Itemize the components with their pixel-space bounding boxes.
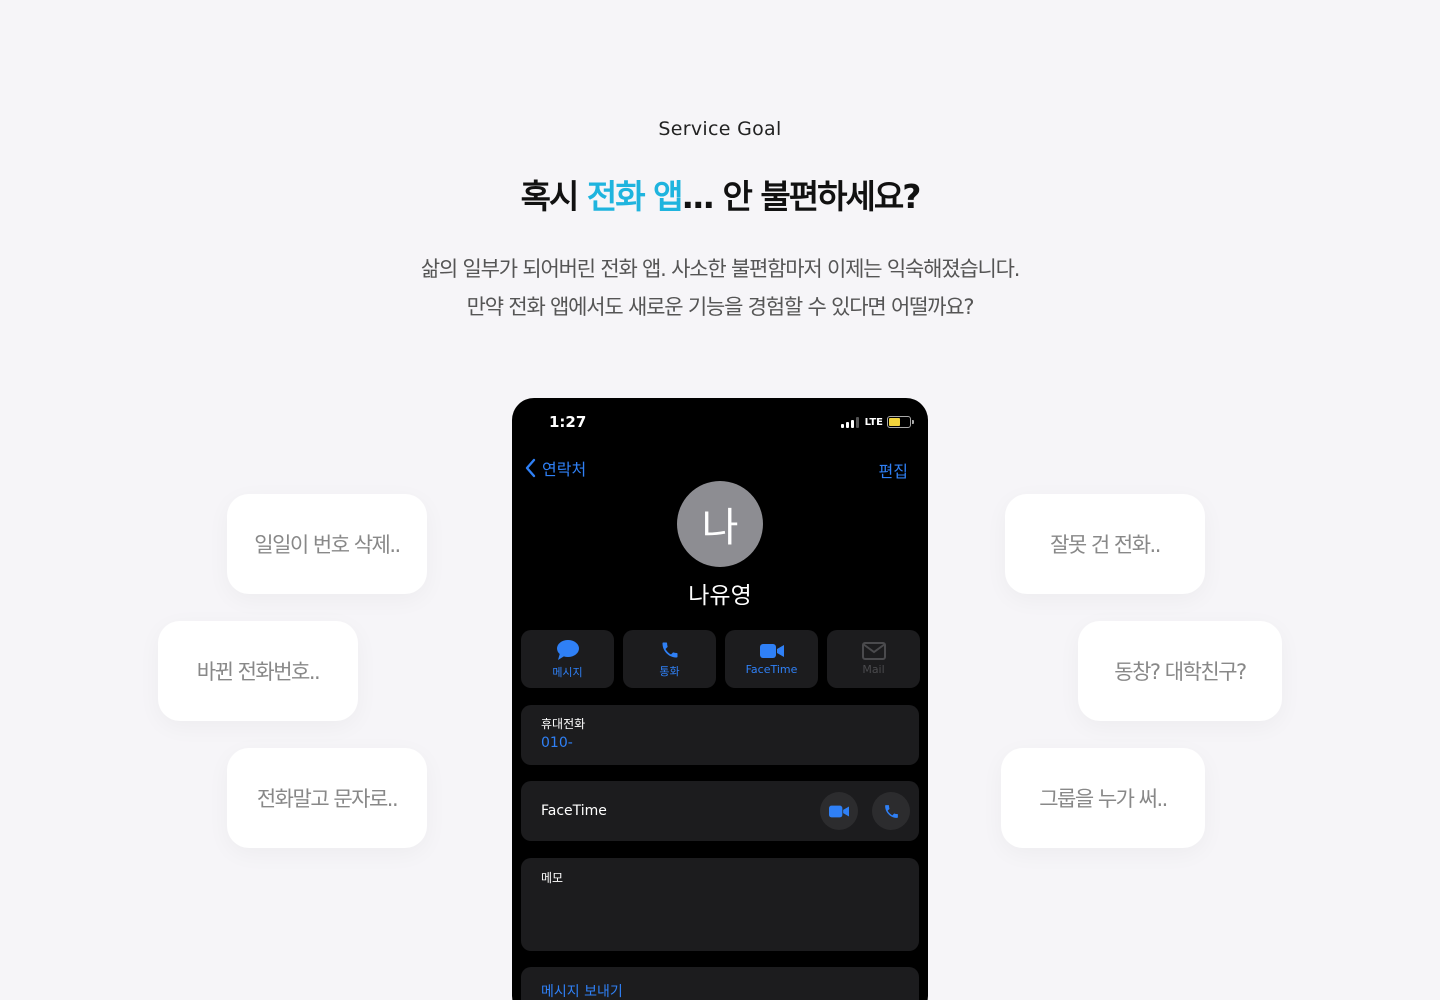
action-buttons: 메시지 통화 FaceTime Mail	[521, 630, 920, 688]
headline-accent: 전화 앱	[586, 177, 684, 216]
status-time: 1:27	[549, 413, 587, 431]
facetime-button[interactable]: FaceTime	[725, 630, 818, 688]
memo-card[interactable]: 메모	[521, 858, 919, 951]
video-camera-icon	[829, 805, 849, 817]
send-message-link[interactable]: 메시지 보내기	[541, 981, 623, 1000]
battery-icon	[887, 416, 914, 428]
message-button[interactable]: 메시지	[521, 630, 614, 688]
mail-button[interactable]: Mail	[827, 630, 920, 688]
message-bubble-icon	[556, 639, 579, 660]
edit-button[interactable]: 편집	[879, 458, 908, 482]
phone-icon	[884, 804, 898, 818]
phone-mockup: 1:27 LTE 연락처 편집 나 나유영 메시지 통화 FaceTime Ma…	[512, 398, 928, 1000]
facetime-video-button[interactable]	[820, 792, 858, 830]
facetime-audio-button[interactable]	[872, 792, 910, 830]
complaint-bubble: 전화말고 문자로..	[227, 748, 427, 848]
complaint-bubble: 동창? 대학친구?	[1078, 621, 1282, 721]
phone-icon	[662, 642, 677, 657]
eyebrow-label: Service Goal	[658, 118, 782, 140]
headline-suffix: ... 안 불편하세요?	[681, 177, 921, 216]
network-label: LTE	[864, 416, 883, 428]
complaint-bubble: 바뀐 전화번호..	[158, 621, 358, 721]
headline-prefix: 혹시	[520, 177, 587, 216]
chevron-left-icon	[525, 458, 536, 478]
complaint-bubble: 그룹을 누가 써..	[1001, 748, 1205, 848]
description: 삶의 일부가 되어버린 전화 앱. 사소한 불편함마저 이제는 익숙해졌습니다.…	[0, 250, 1440, 326]
memo-label: 메모	[541, 871, 564, 885]
mobile-label: 휴대전화	[541, 717, 586, 731]
status-bar: 1:27 LTE	[512, 412, 928, 432]
description-line-1: 삶의 일부가 되어버린 전화 앱. 사소한 불편함마저 이제는 익숙해졌습니다.	[420, 257, 1021, 281]
status-indicators: LTE	[840, 416, 914, 428]
description-line-2: 만약 전화 앱에서도 새로운 기능을 경험할 수 있다면 어떨까요?	[466, 295, 975, 319]
message-label: 메시지	[552, 665, 583, 679]
video-camera-icon	[759, 644, 784, 658]
facetime-row-label: FaceTime	[541, 803, 607, 819]
contact-name: 나유영	[688, 583, 752, 609]
call-button[interactable]: 통화	[623, 630, 716, 688]
signal-icon	[840, 416, 859, 428]
send-message-card[interactable]: 메시지 보내기	[521, 967, 919, 1000]
complaint-bubble: 잘못 건 전화..	[1005, 494, 1205, 594]
envelope-icon	[861, 642, 886, 660]
back-label: 연락처	[542, 460, 587, 479]
mobile-number[interactable]: 010-	[541, 735, 573, 751]
mail-label: Mail	[862, 663, 885, 676]
back-button[interactable]: 연락처	[524, 456, 586, 480]
complaint-bubble: 일일이 번호 삭제..	[227, 494, 427, 594]
facetime-card: FaceTime	[521, 781, 919, 841]
call-label: 통화	[659, 664, 680, 678]
facetime-label: FaceTime	[745, 663, 798, 676]
avatar: 나	[677, 481, 763, 567]
mobile-number-card[interactable]: 휴대전화 010-	[521, 705, 919, 765]
page-headline: 혹시 전화 앱... 안 불편하세요?	[0, 170, 1440, 218]
